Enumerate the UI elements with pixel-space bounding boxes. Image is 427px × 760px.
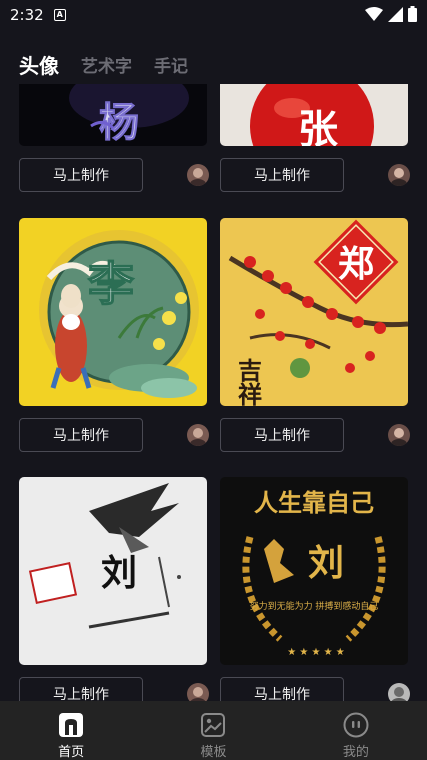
template-icon: [201, 713, 226, 737]
banner-text: 人生靠自己: [254, 488, 374, 517]
motto-text: 努力到无能为力 拼搏到感动自己: [250, 600, 379, 612]
bottom-navigation: 首页 模板 我的: [0, 701, 427, 760]
template-card[interactable]: 郑 吉祥 马上制作: [220, 218, 410, 452]
nav-home[interactable]: 首页: [0, 701, 142, 760]
make-now-button[interactable]: 马上制作: [19, 677, 143, 701]
tab-art-text[interactable]: 艺术字: [81, 52, 132, 77]
svg-text:★ ★ ★ ★ ★: ★ ★ ★ ★ ★: [287, 647, 345, 658]
nav-profile-label: 我的: [342, 745, 369, 760]
surname-glyph: 刘: [308, 542, 344, 584]
author-avatar[interactable]: [187, 164, 209, 186]
nav-profile[interactable]: 我的: [285, 701, 427, 760]
card-footer: 马上制作: [19, 418, 209, 452]
tab-avatar[interactable]: 头像: [19, 50, 59, 79]
card-footer: 马上制作: [19, 158, 209, 192]
surname-glyph: 李: [88, 257, 134, 311]
card-footer: 马上制作: [220, 677, 410, 701]
nav-templates[interactable]: 模板: [142, 701, 284, 760]
nav-home-label: 首页: [58, 745, 85, 760]
author-avatar[interactable]: [187, 683, 209, 701]
card-footer: 马上制作: [19, 677, 209, 701]
wifi-icon: [365, 6, 383, 21]
template-card[interactable]: 人生靠自己 刘 努力到无能为力 拼搏到感动自己 ★ ★ ★ ★ ★ 马上制作: [220, 477, 410, 701]
avatar-image-zhang[interactable]: 张: [220, 84, 408, 146]
make-now-button[interactable]: 马上制作: [220, 677, 344, 701]
notification-app-icon: A: [53, 9, 66, 21]
card-footer: 马上制作: [220, 158, 410, 192]
author-avatar[interactable]: [187, 424, 209, 446]
battery-icon: [408, 6, 417, 22]
make-now-button[interactable]: 马上制作: [19, 418, 143, 452]
avatar-image-li[interactable]: 李: [19, 218, 207, 406]
home-icon: [59, 713, 84, 737]
template-card[interactable]: 刘 马上制作: [19, 477, 209, 701]
status-icons: [365, 6, 417, 22]
tab-notes[interactable]: 手记: [154, 52, 188, 77]
avatar-image-liu-eagle[interactable]: 刘: [19, 477, 207, 665]
template-card[interactable]: 张 马上制作: [220, 84, 410, 192]
template-grid[interactable]: 杨 马上制作 张 马上制作 李 马上制作 郑 吉祥 马上制作 刘 马上制作 人生…: [0, 84, 427, 701]
make-now-button[interactable]: 马上制作: [220, 418, 344, 452]
make-now-button[interactable]: 马上制作: [19, 158, 143, 192]
category-tabs: 头像 艺术字 手记: [0, 44, 427, 84]
author-avatar[interactable]: [388, 164, 410, 186]
make-now-button[interactable]: 马上制作: [220, 158, 344, 192]
caption-text: 吉祥: [234, 358, 263, 406]
template-card[interactable]: 杨 马上制作: [19, 84, 209, 192]
author-avatar[interactable]: [388, 683, 410, 701]
surname-glyph: 刘: [101, 552, 137, 594]
nav-templates-label: 模板: [200, 745, 227, 760]
signal-icon: [388, 6, 403, 22]
surname-glyph: 张: [298, 106, 338, 146]
status-time: 2:32: [10, 6, 44, 24]
author-avatar[interactable]: [388, 424, 410, 446]
card-footer: 马上制作: [220, 418, 410, 452]
avatar-image-yang[interactable]: 杨: [19, 84, 207, 146]
surname-glyph: 郑: [338, 243, 374, 285]
avatar-image-zheng[interactable]: 郑 吉祥: [220, 218, 408, 406]
template-card[interactable]: 李 马上制作: [19, 218, 209, 452]
avatar-image-liu-gold[interactable]: 人生靠自己 刘 努力到无能为力 拼搏到感动自己 ★ ★ ★ ★ ★: [220, 477, 408, 665]
status-bar: 2:32 A: [0, 0, 427, 30]
profile-icon: [343, 712, 369, 738]
